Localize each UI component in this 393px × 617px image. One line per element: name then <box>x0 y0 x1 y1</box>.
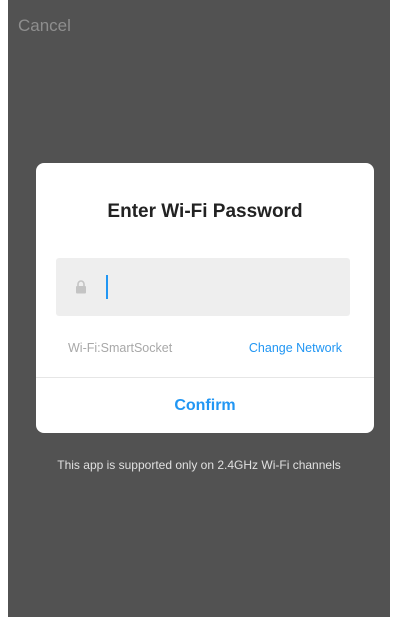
dialog-title: Enter Wi-Fi Password <box>107 201 303 222</box>
change-network-link[interactable]: Change Network <box>249 341 342 355</box>
wifi-password-dialog: Enter Wi-Fi Password Wi-Fi:SmartSocket C… <box>36 163 374 433</box>
lock-icon <box>76 280 86 294</box>
wifi-network-label: Wi-Fi:SmartSocket <box>68 341 173 355</box>
confirm-button[interactable]: Confirm <box>36 378 374 433</box>
password-field[interactable] <box>56 258 350 316</box>
cancel-button[interactable]: Cancel <box>18 16 71 36</box>
text-caret <box>106 275 108 299</box>
wifi-support-note: This app is supported only on 2.4GHz Wi-… <box>57 458 341 472</box>
password-input[interactable] <box>112 258 342 316</box>
app-screen: Cancel Enter Wi-Fi Password Wi-Fi:SmartS… <box>8 0 390 617</box>
